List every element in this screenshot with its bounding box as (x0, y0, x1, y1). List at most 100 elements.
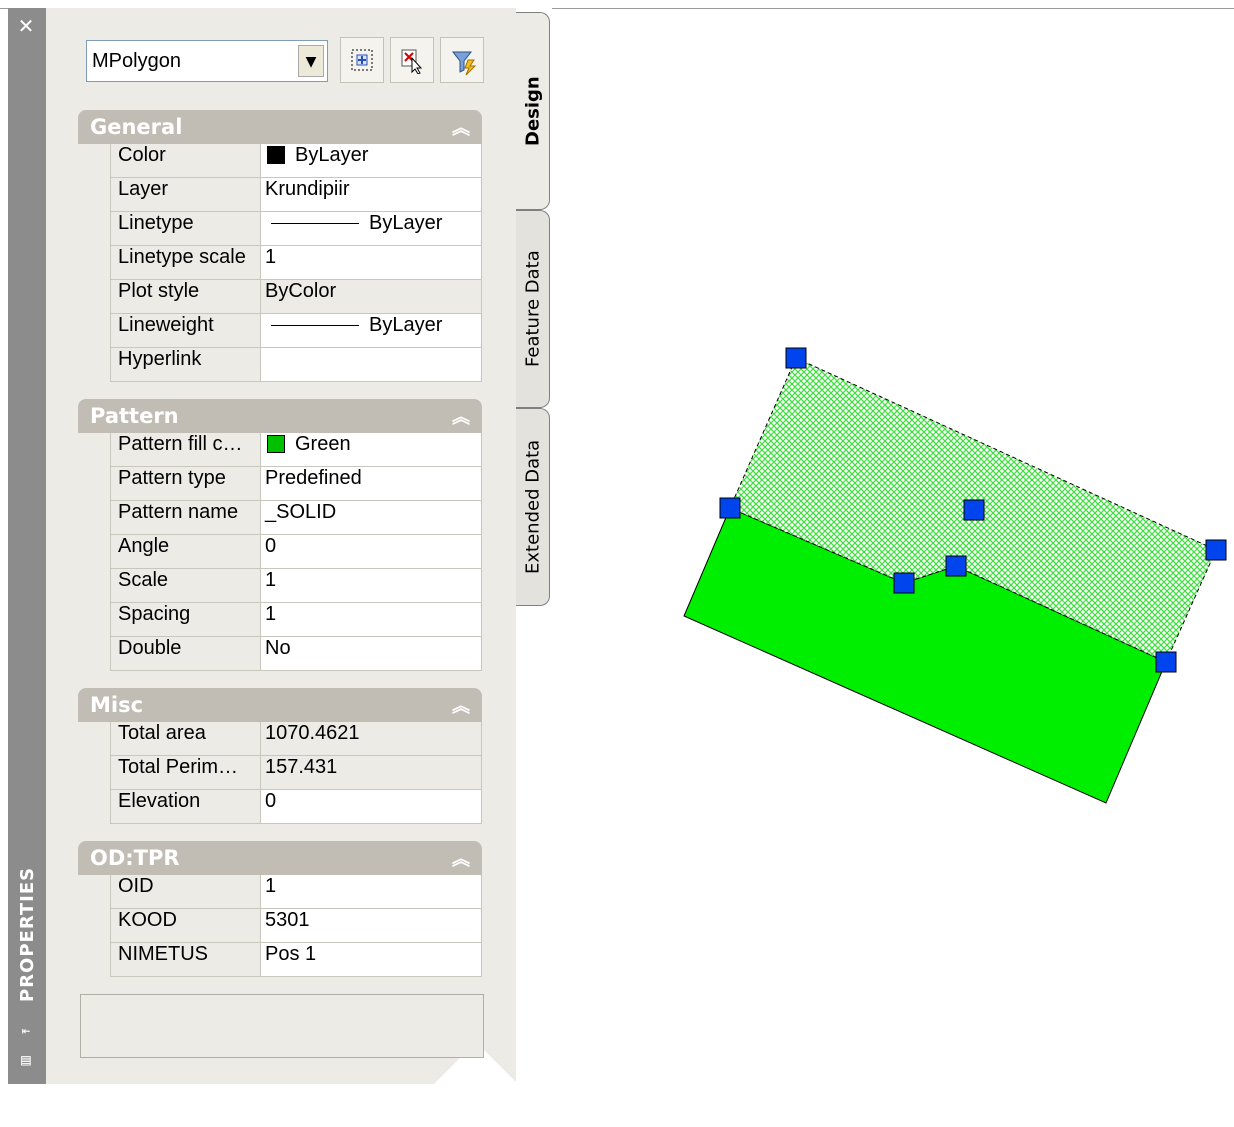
property-row[interactable]: Layer Krundipiir (110, 178, 482, 212)
property-row[interactable]: Pattern type Predefined (110, 467, 482, 501)
section-misc-header[interactable]: Misc ︽ (78, 688, 482, 722)
chevron-up-icon[interactable]: ︽ (452, 692, 470, 718)
property-value[interactable]: ByLayer (260, 212, 482, 245)
palette-properties-icon[interactable]: ▤ (13, 1048, 39, 1072)
property-row[interactable]: Spacing 1 (110, 603, 482, 637)
grip-handle[interactable] (1155, 651, 1177, 673)
property-value[interactable]: 1 (260, 603, 482, 636)
property-row[interactable]: NIMETUS Pos 1 (110, 943, 482, 977)
section-odtpr-title: OD:TPR (90, 846, 180, 870)
palette-title: PROPERTIES (17, 866, 38, 1002)
property-value[interactable]: 0 (260, 535, 482, 568)
property-row[interactable]: Plot style ByColor (110, 280, 482, 314)
tab-design-label: Design (522, 76, 544, 146)
section-pattern-header[interactable]: Pattern ︽ (78, 399, 482, 433)
property-label: Color (110, 144, 260, 177)
property-row[interactable]: Lineweight ByLayer (110, 314, 482, 348)
property-label: Lineweight (110, 314, 260, 347)
property-value[interactable]: 0 (260, 790, 482, 823)
toggle-pickadd-icon (451, 51, 477, 76)
property-value[interactable]: Predefined (260, 467, 482, 500)
property-value[interactable]: 1 (260, 875, 482, 908)
property-value[interactable]: Pos 1 (260, 943, 482, 976)
chevron-up-icon[interactable]: ︽ (452, 114, 470, 140)
property-label: Plot style (110, 280, 260, 313)
pattern-color-value: Green (295, 433, 351, 455)
property-label: NIMETUS (110, 943, 260, 976)
property-value[interactable]: ByLayer (260, 314, 482, 347)
property-value[interactable]: 1 (260, 569, 482, 602)
property-label: OID (110, 875, 260, 908)
color-value: ByLayer (295, 144, 369, 166)
property-row[interactable]: Pattern fill c… Green (110, 433, 482, 467)
grip-handle[interactable] (1205, 539, 1227, 561)
property-label: Elevation (110, 790, 260, 823)
lineweight-value: ByLayer (369, 314, 443, 336)
property-label: Total Perim… (110, 756, 260, 789)
grip-handle[interactable] (785, 347, 807, 369)
grip-handle[interactable] (719, 497, 741, 519)
property-row[interactable]: Hyperlink (110, 348, 482, 382)
chevron-up-icon[interactable]: ︽ (452, 845, 470, 871)
property-row[interactable]: KOOD 5301 (110, 909, 482, 943)
property-value[interactable]: ByLayer (260, 144, 482, 177)
grip-handle[interactable] (945, 555, 967, 577)
tab-feature-data-label: Feature Data (522, 250, 544, 368)
section-odtpr-header[interactable]: OD:TPR ︽ (78, 841, 482, 875)
chevron-down-icon[interactable]: ▼ (298, 45, 324, 77)
property-label: Pattern name (110, 501, 260, 534)
property-value[interactable]: 1 (260, 246, 482, 279)
object-type-dropdown[interactable]: MPolygon ▼ (86, 40, 328, 82)
property-row[interactable]: OID 1 (110, 875, 482, 909)
property-row[interactable]: Pattern name _SOLID (110, 501, 482, 535)
property-row[interactable]: Linetype scale 1 (110, 246, 482, 280)
property-row[interactable]: Color ByLayer (110, 144, 482, 178)
grip-handle[interactable] (963, 499, 985, 521)
quick-select-button[interactable] (340, 37, 384, 83)
grip-handle[interactable] (893, 572, 915, 594)
property-row[interactable]: Total Perim… 157.431 (110, 756, 482, 790)
select-objects-icon (401, 49, 423, 74)
close-icon[interactable]: ✕ (11, 14, 41, 38)
linetype-value: ByLayer (369, 212, 443, 234)
property-value: 157.431 (260, 756, 482, 789)
property-label: Layer (110, 178, 260, 211)
property-value: 1070.4621 (260, 722, 482, 755)
pattern-color-swatch (267, 435, 285, 453)
property-row[interactable]: Elevation 0 (110, 790, 482, 824)
property-row[interactable]: Angle 0 (110, 535, 482, 569)
property-label: Total area (110, 722, 260, 755)
chevron-up-icon[interactable]: ︽ (452, 403, 470, 429)
property-value[interactable]: 5301 (260, 909, 482, 942)
property-label: Spacing (110, 603, 260, 636)
select-objects-button[interactable] (390, 37, 434, 83)
property-row[interactable]: Double No (110, 637, 482, 671)
property-row[interactable]: Scale 1 (110, 569, 482, 603)
tab-feature-data[interactable]: Feature Data (516, 210, 550, 408)
property-value[interactable]: Krundipiir (260, 178, 482, 211)
property-value[interactable]: No (260, 637, 482, 670)
section-misc-title: Misc (90, 693, 144, 717)
section-pattern-body: Pattern fill c… Green Pattern type Prede… (78, 433, 482, 671)
description-box (80, 994, 484, 1058)
lineweight-sample (271, 325, 359, 326)
property-value[interactable]: _SOLID (260, 501, 482, 534)
property-row[interactable]: Total area 1070.4621 (110, 722, 482, 756)
property-label: KOOD (110, 909, 260, 942)
section-general-header[interactable]: General ︽ (78, 110, 482, 144)
tab-extended-data[interactable]: Extended Data (516, 408, 550, 606)
property-value[interactable] (260, 348, 482, 381)
section-odtpr-body: OID 1 KOOD 5301 NIMETUS Pos 1 (78, 875, 482, 977)
toggle-pickadd-button[interactable] (440, 37, 484, 83)
property-row[interactable]: Linetype ByLayer (110, 212, 482, 246)
property-value[interactable]: Green (260, 433, 482, 466)
drawing-canvas[interactable] (552, 9, 1234, 1084)
linetype-sample (271, 223, 359, 224)
quick-select-icon (351, 49, 373, 71)
property-label: Linetype scale (110, 246, 260, 279)
property-value[interactable]: ByColor (260, 280, 482, 313)
property-label: Double (110, 637, 260, 670)
tab-design[interactable]: Design (516, 12, 550, 210)
object-type-value: MPolygon (92, 50, 181, 72)
auto-hide-icon[interactable]: ⇤ (13, 1020, 39, 1042)
